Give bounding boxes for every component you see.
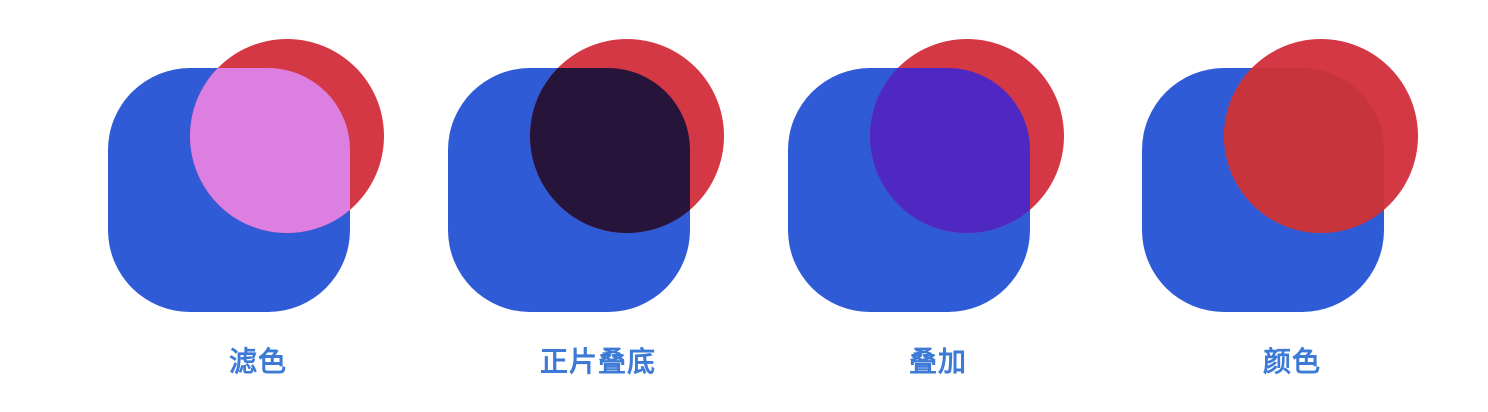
demo-multiply: 正片叠底 (438, 0, 758, 412)
demo-color: 颜色 (1132, 0, 1452, 412)
caption-screen: 滤色 (228, 345, 287, 378)
demo-screen: 滤色 (98, 0, 418, 412)
caption-color: 颜色 (1262, 345, 1321, 378)
color-illustration (1142, 39, 1418, 312)
multiply-illustration (448, 39, 724, 312)
caption-overlay: 叠加 (908, 345, 967, 378)
screen-illustration (108, 39, 384, 312)
overlay-illustration (788, 39, 1064, 312)
blend-mode-comparison: 滤色 正片叠底 叠加 颜色 (0, 0, 1488, 412)
demo-overlay: 叠加 (778, 0, 1098, 412)
caption-multiply: 正片叠底 (539, 345, 656, 378)
